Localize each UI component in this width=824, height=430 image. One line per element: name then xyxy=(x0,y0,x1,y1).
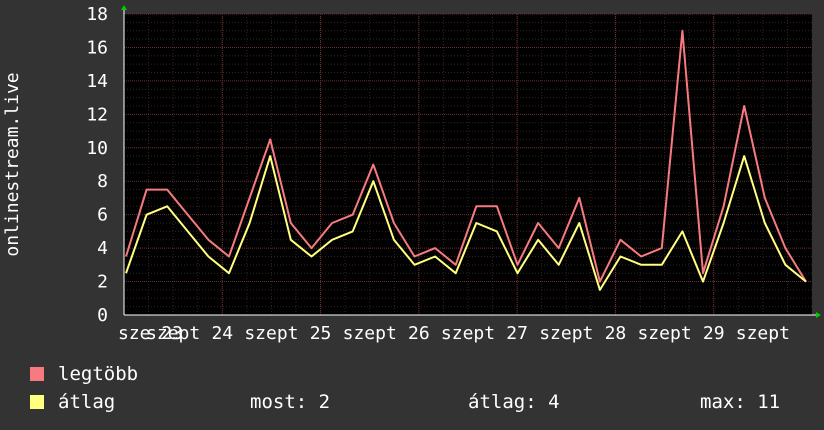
legend-item-max: legtöbb xyxy=(30,363,138,385)
y-tick-label: 2 xyxy=(97,272,108,293)
x-axis-arrow-icon xyxy=(816,312,821,318)
line-chart: 024681012141618sze 23szept 24 szept 25 szept… xyxy=(2,4,821,344)
legend-label-avg: átlag xyxy=(58,391,116,413)
chart-widget: 0 2 4 6 8 10 12 14 16 18 sze 23 szept 24 szept 25 szept… xyxy=(0,0,824,430)
x-tick-label: szept xyxy=(736,323,790,344)
y-tick-label: 14 xyxy=(86,71,108,92)
y-tick-label: 0 xyxy=(97,305,108,326)
legend-swatch-max xyxy=(30,367,44,381)
x-tick-label: szept xyxy=(539,323,593,344)
y-tick-label: 16 xyxy=(86,37,108,58)
x-tick-label: szept xyxy=(244,323,298,344)
y-tick-label: 18 xyxy=(86,4,108,25)
x-tick-label: 28 xyxy=(605,323,627,344)
x-tick-label: 29 xyxy=(703,323,725,344)
stat-average: átlag: 4 xyxy=(468,391,560,413)
y-tick-label: 12 xyxy=(86,104,108,125)
x-tick-label: szept xyxy=(637,323,691,344)
y-tick-label: 4 xyxy=(97,238,108,259)
x-tick-label: szept xyxy=(146,323,200,344)
legend-swatch-avg xyxy=(30,395,44,409)
x-tick-label: 24 xyxy=(211,323,233,344)
y-tick-label: 8 xyxy=(97,171,108,192)
x-tick-label: 27 xyxy=(506,323,528,344)
y-axis-arrow-icon xyxy=(121,5,127,10)
y-tick-label: 6 xyxy=(97,205,108,226)
legend-item-avg: átlag xyxy=(30,391,115,413)
x-tick-label: 26 xyxy=(408,323,430,344)
stat-maximum: max: 11 xyxy=(700,391,781,413)
y-tick-label: 10 xyxy=(86,138,108,159)
legend-label-max: legtöbb xyxy=(58,363,139,385)
x-tick-label: szept xyxy=(343,323,397,344)
stat-current: most: 2 xyxy=(250,391,331,413)
y-axis-label: onlinestream.live xyxy=(2,72,23,256)
x-tick-label: szept xyxy=(441,323,495,344)
x-tick-label: 25 xyxy=(310,323,332,344)
